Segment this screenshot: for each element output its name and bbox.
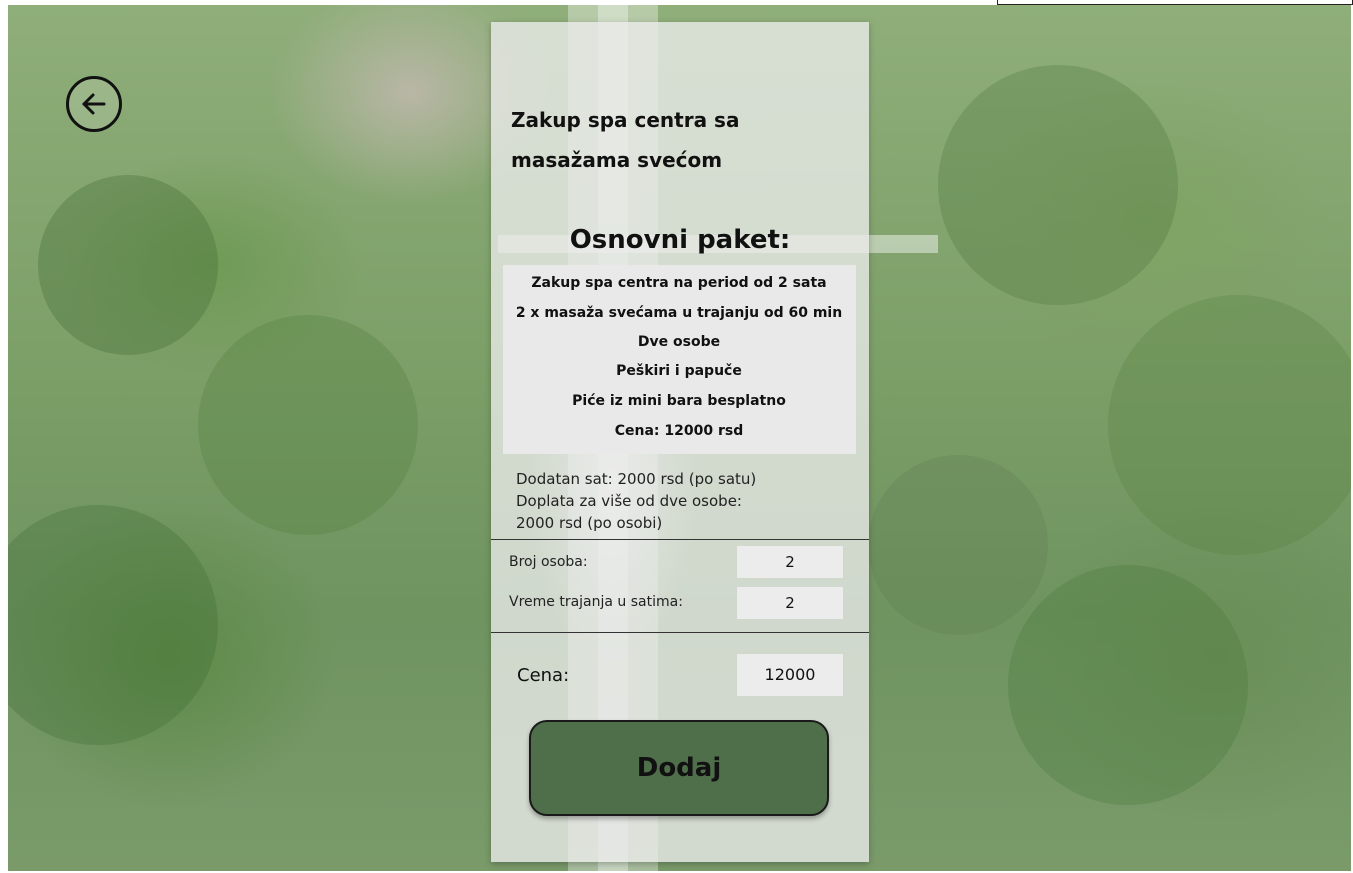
persons-label: Broj osoba: — [509, 554, 588, 570]
package-line: Dve osobe — [637, 334, 721, 350]
extra-charges: Dodatan sat: 2000 rsd (po satu) Doplata … — [516, 468, 846, 534]
package-heading: Osnovni paket: — [569, 225, 791, 255]
extra-person-text: Doplata za više od dve osobe: — [516, 492, 742, 510]
section-divider — [491, 539, 869, 540]
package-line: Peškiri i papuče — [616, 363, 742, 379]
hours-label: Vreme trajanja u satima: — [509, 594, 683, 610]
offer-title: Zakup spa centra sa masažama svećom — [511, 100, 811, 180]
back-button[interactable] — [66, 76, 122, 132]
offer-title-line1: Zakup spa centra sa — [511, 108, 740, 132]
arrow-left-icon — [82, 93, 106, 115]
offer-title-line2: masažama svećom — [511, 148, 723, 172]
package-line: Piće iz mini bara besplatno — [572, 393, 786, 409]
extra-person-price-text: 2000 rsd (po osobi) — [516, 514, 663, 532]
package-details-box: Zakup spa centra na period od 2 sata 2 x… — [503, 265, 856, 454]
persons-input[interactable]: 2 — [737, 546, 843, 578]
price-value: 12000 — [737, 654, 843, 696]
section-divider — [491, 632, 869, 633]
extra-hour-text: Dodatan sat: 2000 rsd (po satu) — [516, 470, 757, 488]
price-label: Cena: — [517, 665, 570, 686]
package-line: 2 x masaža svećama u trajanju od 60 min — [515, 305, 843, 321]
package-price-line: Cena: 12000 rsd — [614, 423, 744, 439]
add-button[interactable]: Dodaj — [529, 720, 829, 816]
hours-input[interactable]: 2 — [737, 587, 843, 619]
package-line: Zakup spa centra na period od 2 sata — [531, 275, 827, 291]
spa-offer-panel: Zakup spa centra sa masažama svećom Osno… — [491, 22, 869, 862]
